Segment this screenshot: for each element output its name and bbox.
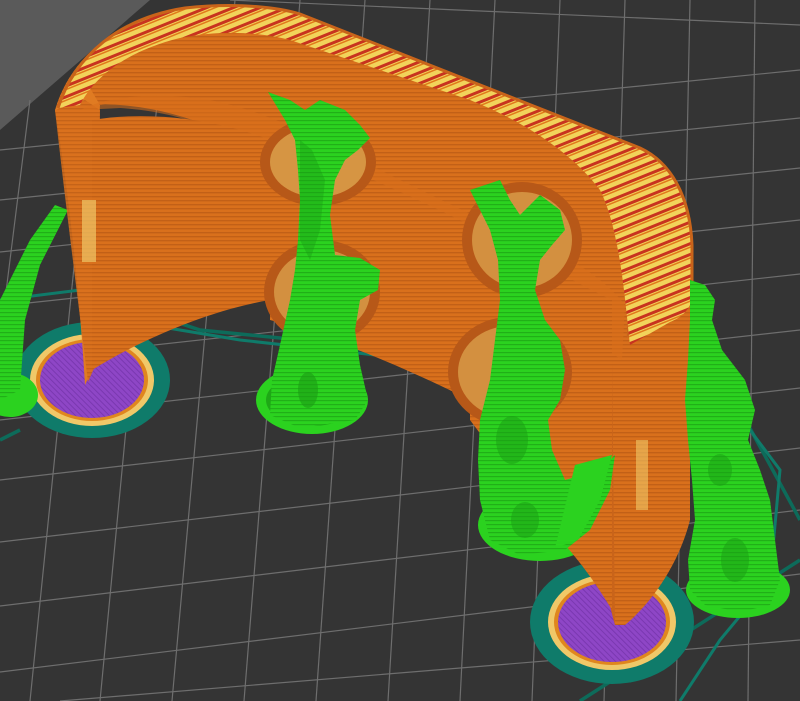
- preview-canvas[interactable]: [0, 0, 800, 701]
- slicer-3d-viewport[interactable]: [0, 0, 800, 701]
